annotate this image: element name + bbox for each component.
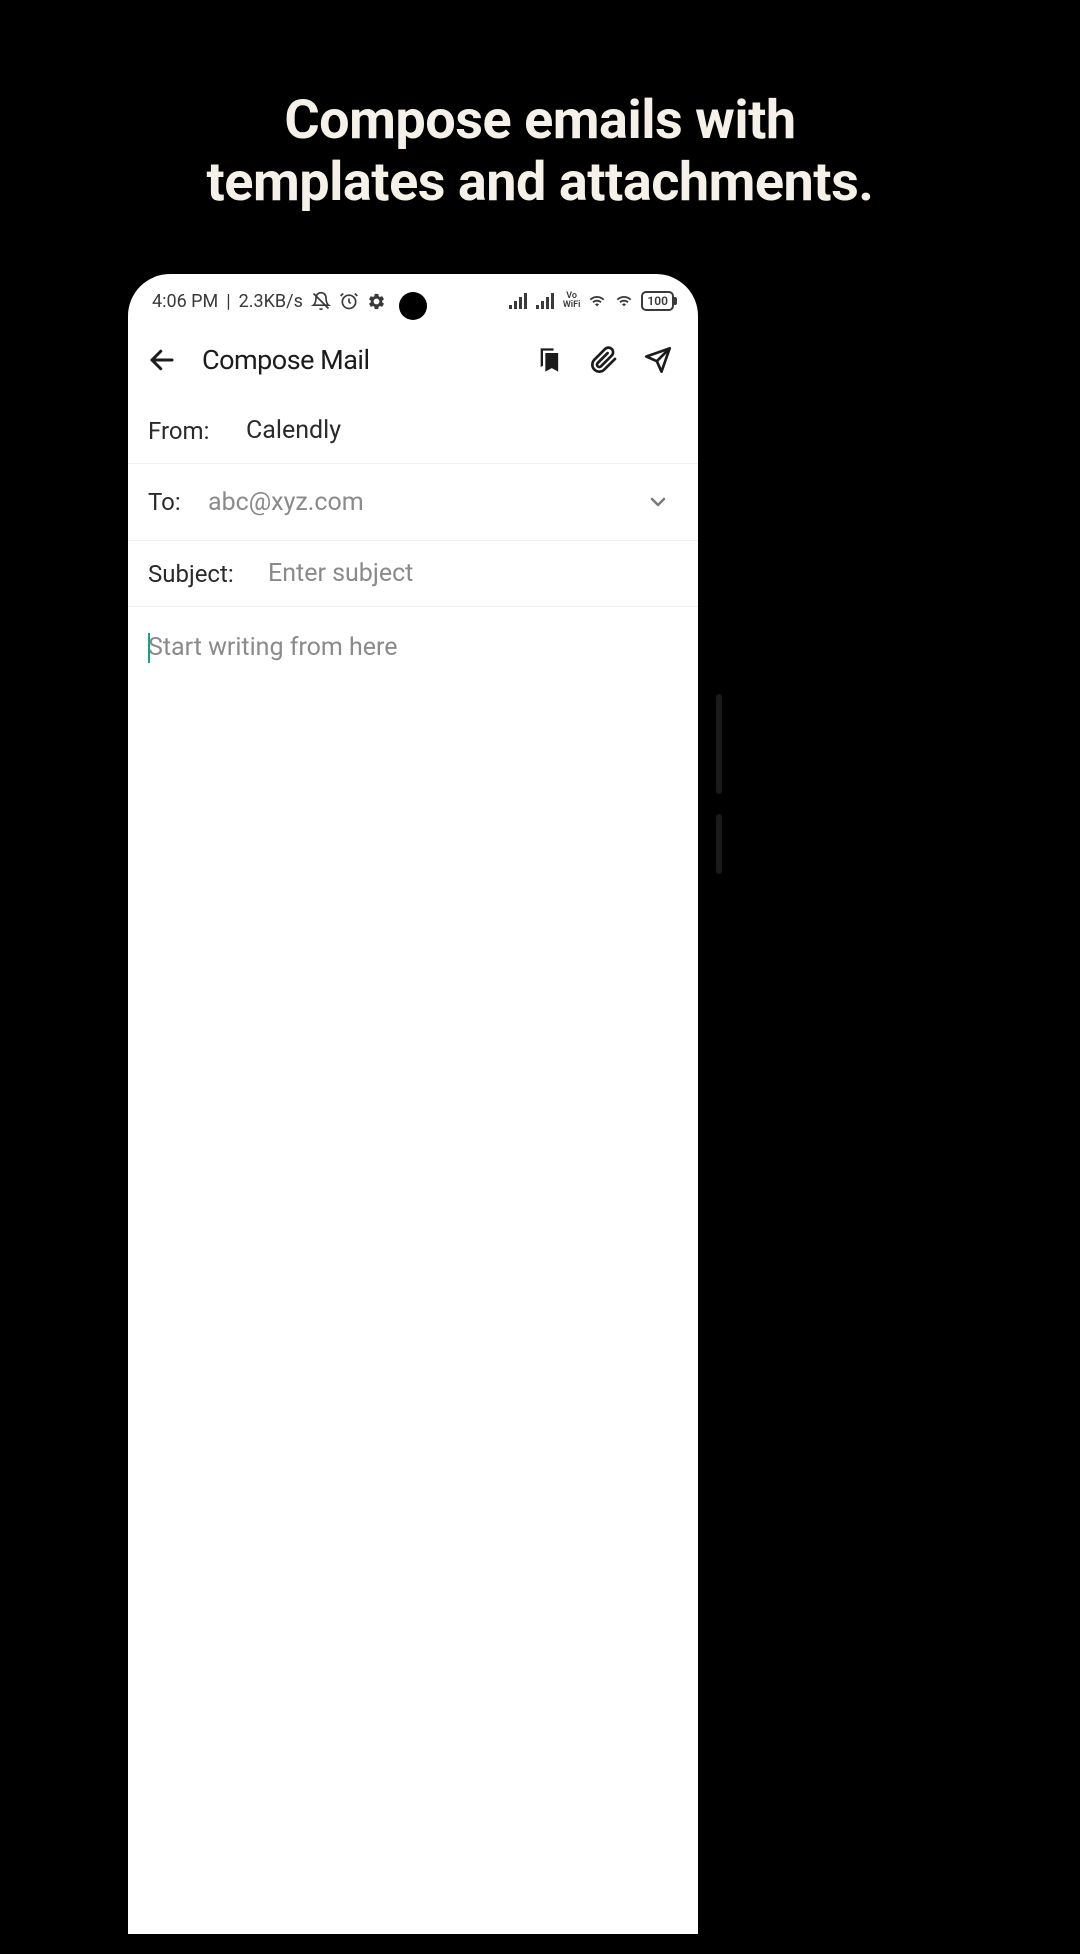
page-title: Compose Mail bbox=[202, 344, 370, 376]
signal-icon bbox=[509, 293, 529, 309]
status-separator: | bbox=[226, 291, 230, 312]
promo-headline: Compose emails with templates and attach… bbox=[0, 90, 1080, 214]
mute-icon bbox=[311, 291, 331, 311]
phone-screen: 4:06 PM | 2.3KB/s bbox=[128, 274, 698, 1934]
wifi-icon bbox=[587, 293, 607, 309]
promo-headline-line2: templates and attachments. bbox=[207, 151, 874, 214]
status-time: 4:06 PM bbox=[152, 291, 218, 312]
expand-recipients-button[interactable] bbox=[638, 482, 678, 522]
status-net-speed: 2.3KB/s bbox=[239, 291, 303, 312]
back-button[interactable] bbox=[142, 340, 182, 380]
phone-side-button bbox=[716, 814, 722, 874]
phone-side-button bbox=[716, 694, 722, 794]
compose-fields: From: Calendly To: abc@xyz.com Subject: … bbox=[128, 398, 698, 607]
phone-frame: 4:06 PM | 2.3KB/s bbox=[108, 254, 718, 1954]
subject-input[interactable]: Enter subject bbox=[268, 559, 413, 588]
send-button[interactable] bbox=[638, 340, 678, 380]
battery-indicator: 100 bbox=[641, 291, 674, 311]
to-label: To: bbox=[148, 488, 188, 516]
attach-button[interactable] bbox=[584, 340, 624, 380]
wifi-icon bbox=[614, 293, 634, 309]
gear-icon bbox=[367, 292, 386, 311]
bookmarks-icon bbox=[536, 346, 564, 374]
body-input[interactable]: Start writing from here bbox=[128, 607, 698, 1934]
templates-button[interactable] bbox=[530, 340, 570, 380]
subject-row: Subject: Enter subject bbox=[128, 541, 698, 607]
vowifi-indicator: Vo WiFi bbox=[563, 292, 581, 310]
app-bar: Compose Mail bbox=[128, 322, 698, 398]
arrow-left-icon bbox=[147, 345, 177, 375]
from-row[interactable]: From: Calendly bbox=[128, 398, 698, 464]
subject-label: Subject: bbox=[148, 560, 248, 588]
text-cursor bbox=[148, 633, 150, 663]
from-value: Calendly bbox=[246, 416, 341, 445]
to-input[interactable]: abc@xyz.com bbox=[208, 488, 364, 517]
paperclip-icon bbox=[590, 346, 618, 374]
to-row: To: abc@xyz.com bbox=[128, 464, 698, 541]
body-placeholder: Start writing from here bbox=[148, 633, 398, 662]
phone-camera-cutout bbox=[399, 292, 427, 320]
chevron-down-icon bbox=[646, 490, 670, 514]
send-icon bbox=[644, 346, 672, 374]
from-label: From: bbox=[148, 417, 226, 445]
signal-icon bbox=[536, 293, 556, 309]
alarm-icon bbox=[339, 291, 359, 311]
promo-headline-line1: Compose emails with bbox=[284, 89, 795, 152]
